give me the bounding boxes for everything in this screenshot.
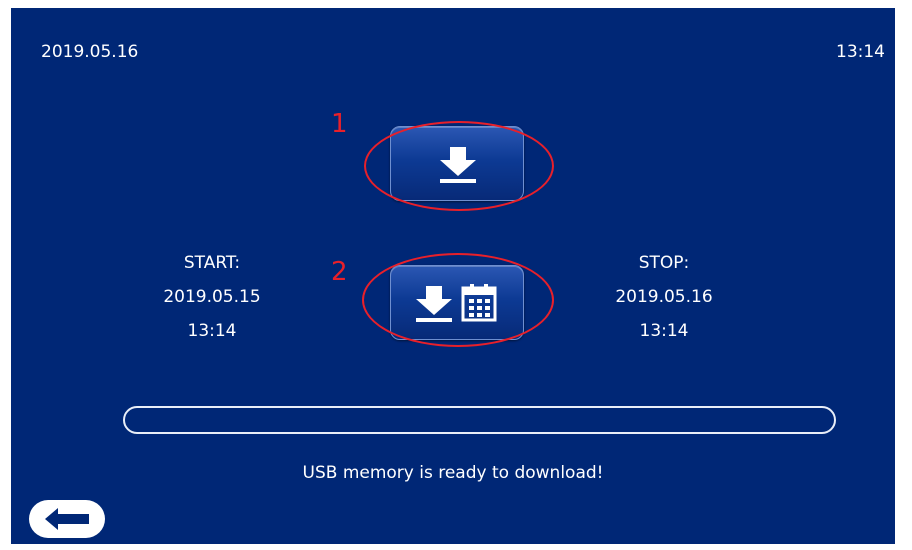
current-time: 13:14 (836, 42, 885, 62)
download-icon (416, 286, 452, 322)
download-all-button[interactable] (390, 126, 524, 201)
current-date: 2019.05.16 (41, 42, 139, 62)
stop-date: 2019.05.16 (615, 287, 713, 307)
stop-time: 13:14 (639, 321, 689, 341)
stop-range: STOP: 2019.05.16 13:14 (604, 246, 724, 348)
start-range: START: 2019.05.15 13:14 (152, 246, 272, 348)
start-label: START: (183, 253, 241, 273)
calendar-icon (461, 284, 497, 322)
annotation-marker-2: 2 (331, 257, 348, 287)
back-arrow-icon (45, 508, 89, 530)
back-button[interactable] (29, 500, 105, 538)
status-message: USB memory is ready to download! (302, 463, 604, 483)
download-icon (440, 147, 476, 183)
annotation-marker-1: 1 (331, 109, 348, 139)
stop-label: STOP: (638, 253, 690, 273)
download-progress-bar (123, 406, 836, 434)
download-range-button[interactable] (390, 265, 524, 340)
start-date: 2019.05.15 (163, 287, 261, 307)
start-time: 13:14 (187, 321, 237, 341)
download-screen: 2019.05.16 13:14 1 2 START: 2019.05.15 1… (11, 8, 895, 544)
